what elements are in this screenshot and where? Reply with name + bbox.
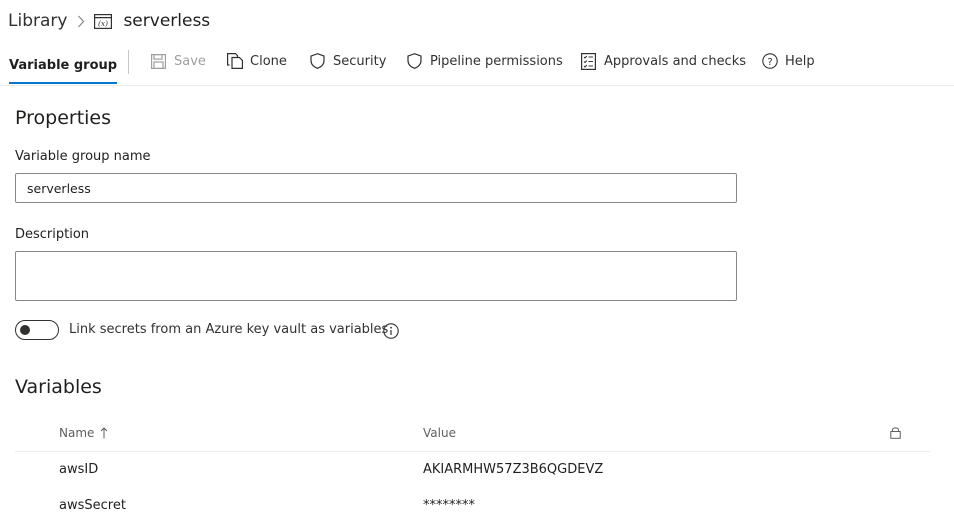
variable-name: awsSecret bbox=[59, 498, 126, 513]
column-header-name[interactable]: Name bbox=[59, 426, 108, 440]
key-vault-link-label: Link secrets from an Azure key vault as … bbox=[69, 322, 389, 337]
table-header: Name Value bbox=[15, 414, 930, 452]
description-label: Description bbox=[15, 227, 90, 242]
arrow-up-icon bbox=[100, 427, 108, 439]
variable-group-name-input[interactable] bbox=[15, 173, 737, 203]
checklist-icon bbox=[580, 52, 597, 70]
tab-variable-group[interactable]: Variable group bbox=[9, 44, 118, 86]
breadcrumb-library-link[interactable]: Library bbox=[8, 11, 67, 31]
breadcrumb: Library (x) serverless bbox=[8, 8, 210, 34]
tab-active-indicator bbox=[9, 82, 118, 84]
save-icon bbox=[150, 53, 167, 70]
help-icon: ? bbox=[761, 53, 778, 70]
svg-text:?: ? bbox=[767, 57, 772, 68]
pipeline-permissions-label: Pipeline permissions bbox=[430, 53, 563, 69]
variable-name: awsID bbox=[59, 462, 99, 477]
shield-icon bbox=[309, 53, 326, 70]
clone-label: Clone bbox=[250, 53, 287, 69]
info-icon[interactable] bbox=[382, 322, 399, 339]
approvals-and-checks-label: Approvals and checks bbox=[604, 53, 747, 69]
description-input[interactable] bbox=[15, 251, 737, 301]
column-header-name-label: Name bbox=[59, 426, 95, 440]
shield-icon bbox=[406, 53, 423, 70]
lock-icon bbox=[888, 425, 902, 440]
security-button[interactable]: Security bbox=[309, 44, 386, 78]
save-label: Save bbox=[174, 53, 206, 69]
key-vault-link-toggle[interactable] bbox=[15, 320, 59, 340]
variables-table: Name Value awsID AKIARMHW57Z3B6QGDEVZ aw… bbox=[15, 414, 930, 524]
toggle-knob bbox=[20, 325, 30, 335]
clone-button[interactable]: Clone bbox=[226, 44, 287, 78]
column-header-value: Value bbox=[423, 426, 456, 440]
variable-group-name-label: Variable group name bbox=[15, 149, 151, 164]
security-label: Security bbox=[333, 53, 387, 69]
variable-value: AKIARMHW57Z3B6QGDEVZ bbox=[423, 462, 604, 477]
tab-variable-group-label: Variable group bbox=[9, 57, 118, 73]
variable-value: ******** bbox=[423, 498, 475, 513]
toolbar-divider bbox=[128, 50, 129, 74]
variable-group-icon: (x) bbox=[94, 13, 113, 29]
column-header-value-label: Value bbox=[423, 426, 456, 440]
toolbar: Variable group Save Clone Security Pipel… bbox=[0, 44, 954, 86]
approvals-and-checks-button[interactable]: Approvals and checks bbox=[580, 44, 746, 78]
chevron-right-icon bbox=[77, 15, 85, 28]
properties-title: Properties bbox=[15, 107, 112, 129]
table-row[interactable]: awsSecret ******** bbox=[15, 488, 930, 524]
svg-text:(x): (x) bbox=[98, 19, 108, 28]
breadcrumb-current: serverless bbox=[123, 11, 211, 31]
pipeline-permissions-button[interactable]: Pipeline permissions bbox=[406, 44, 563, 78]
help-label: Help bbox=[785, 53, 815, 69]
clone-icon bbox=[226, 53, 243, 70]
save-button[interactable]: Save bbox=[150, 44, 206, 78]
table-row[interactable]: awsID AKIARMHW57Z3B6QGDEVZ bbox=[15, 452, 930, 488]
help-button[interactable]: ? Help bbox=[761, 44, 815, 78]
variables-title: Variables bbox=[15, 376, 102, 398]
